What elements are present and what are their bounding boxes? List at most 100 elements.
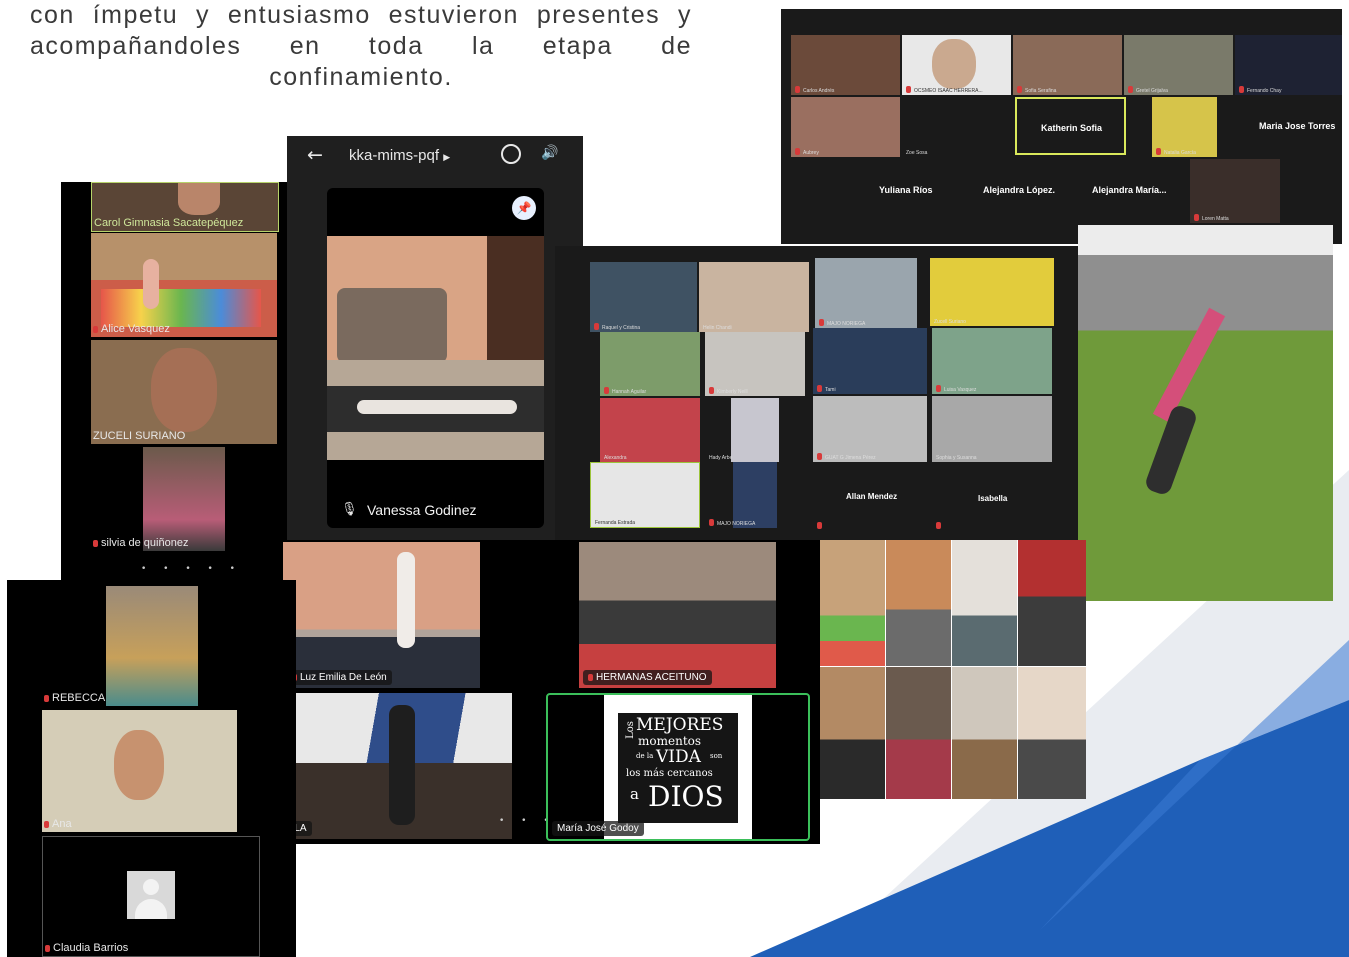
participant-name: REBECCA: [52, 692, 106, 704]
participant-name: María José Godoy: [552, 821, 644, 836]
participant-name-wrap: Raquel y Cristina: [594, 323, 640, 331]
poster-text-a: a: [630, 785, 639, 803]
participant-name-wrap: REBECCA: [44, 692, 105, 705]
participant-name-wrap: Luisa Vasquez: [936, 385, 976, 393]
participant-tile[interactable]: Fernando Chay: [1235, 35, 1342, 95]
participant-tile[interactable]: Sofia Serafina: [1013, 35, 1122, 95]
participant-tile[interactable]: Alexandra: [600, 398, 700, 462]
participant-name: Yuliana Ríos: [879, 185, 933, 195]
participant-name: Carlos Andrés: [803, 88, 835, 94]
mic-off-icon: [795, 86, 800, 93]
participant-tile[interactable]: HERMANAS ACEITUNO: [579, 542, 776, 688]
zoom-gallery-top: Carlos Andrés OCSMEO ISAAC HERRERA... So…: [781, 9, 1342, 244]
participant-tile[interactable]: Loren Matta: [1190, 159, 1280, 223]
participant-video: [143, 447, 225, 551]
avatar-placeholder-icon: [127, 871, 175, 919]
participant-tile[interactable]: Tami: [813, 328, 927, 394]
participant-name: Natalia García: [1164, 150, 1196, 156]
participant-name-wrap: MAJO NORIEGA: [819, 319, 865, 327]
speaker-icon[interactable]: 🔊: [541, 145, 558, 161]
handstand-photo: [1078, 225, 1333, 601]
participant-name: Katherin Sofia: [1041, 123, 1103, 133]
pin-icon[interactable]: 📌: [512, 196, 536, 220]
participant-tile[interactable]: Yuliana Ríos: [851, 159, 962, 223]
participant-name-wrap: Luz Emilia De León: [287, 670, 392, 685]
participant-name: Carol Gimnasia Sacatepéquez: [94, 217, 244, 229]
meet-participant-strip-top: Carol Gimnasia Sacatepéquez Alice Vasque…: [61, 182, 287, 580]
participant-face: [151, 348, 217, 432]
participant-name: Sofia Serafina: [1025, 88, 1057, 94]
participant-tile[interactable]: silvia de quiñonez: [91, 447, 277, 551]
participant-tile[interactable]: GUAT G Jimena Pérez: [813, 396, 927, 462]
participant-tile[interactable]: Raquel y Cristina: [590, 262, 697, 332]
participant-name: Alice Vasquez: [101, 323, 170, 335]
mic-off-icon: [588, 674, 593, 681]
meeting-code-text: kka-mims-pqf: [349, 147, 440, 164]
poster-text-son: son: [710, 752, 723, 760]
participant-tile[interactable]: ZUCELI SURIANO: [91, 340, 277, 444]
mic-off-icon: [45, 945, 50, 952]
participant-tile[interactable]: MAJO NORIEGA: [705, 462, 805, 528]
main-participant-name: Vanessa Godinez: [367, 502, 477, 518]
switch-camera-icon[interactable]: [501, 144, 521, 164]
participant-tile[interactable]: Ana: [42, 710, 237, 832]
participant-tile-active[interactable]: Katherin Sofia: [1015, 97, 1126, 155]
participant-tile[interactable]: Natalia García: [1152, 97, 1217, 157]
participant-name-wrap: Loren Matta: [1194, 214, 1229, 222]
meet-gallery-bottom: Luz Emilia De León HERMANAS ACEITUNO ANG…: [237, 540, 820, 844]
participant-tile[interactable]: MAJO NORIEGA: [815, 258, 917, 328]
gymnast-legs: [1152, 307, 1226, 423]
poster-image: Los MEJORES momentos de la VIDA son los …: [604, 695, 752, 839]
participant-tile[interactable]: Helin Chandi: [699, 262, 809, 332]
participant-tile[interactable]: Hannah Aguilar: [600, 332, 700, 396]
participant-tile[interactable]: Fernanda Estrada: [590, 462, 700, 528]
avatar-head: [143, 879, 159, 895]
participant-tile[interactable]: Carol Gimnasia Sacatepéquez: [91, 182, 279, 232]
participant-tile[interactable]: Carlos Andrés: [791, 35, 900, 95]
participant-tile-active[interactable]: Los MEJORES momentos de la VIDA son los …: [546, 693, 810, 841]
participant-tile[interactable]: Luz Emilia De León: [283, 542, 480, 688]
participant-tile[interactable]: OCSMEO ISAAC HERRERA...: [902, 35, 1011, 95]
participant-tile[interactable]: Maria Jose Torres: [1235, 97, 1342, 157]
participant-tile[interactable]: Claudia Barrios: [42, 836, 260, 957]
participant-name-wrap: Alice Vasquez: [93, 323, 170, 336]
participant-name: Isabella: [978, 494, 1008, 503]
participant-tile[interactable]: Luisa Vasquez: [932, 328, 1052, 394]
poster-text-vida: VIDA: [656, 747, 701, 767]
meeting-code[interactable]: kka-mims-pqf ▶: [349, 147, 450, 164]
participant-name: silvia de quiñonez: [101, 537, 189, 549]
participant-tile[interactable]: Alice Vasquez: [91, 233, 277, 337]
gymnast-lying: [357, 400, 517, 414]
participant-tile[interactable]: Zucell Suriano: [930, 258, 1054, 326]
mic-off-icon: [817, 385, 822, 392]
sofa: [337, 288, 447, 363]
participant-tile[interactable]: Sophia y Susanna: [932, 396, 1052, 462]
poster-text-mejores: MEJORES: [636, 715, 724, 735]
participant-name: Hady Arbe: [709, 455, 733, 461]
headstand-collage: [820, 540, 1086, 799]
participant-tile[interactable]: Aubrey: [791, 97, 900, 157]
back-arrow-icon[interactable]: ←: [307, 144, 323, 166]
participant-tile[interactable]: Kimberly Neill: [705, 332, 805, 396]
participant-tile[interactable]: Hady Arbe: [705, 398, 805, 462]
participant-tile[interactable]: Alejandra López.: [964, 159, 1075, 223]
participant-tile[interactable]: Gretel Grijalva: [1124, 35, 1233, 95]
main-video-tile[interactable]: 📌 🎙 Vanessa Godinez: [327, 188, 544, 528]
participant-name: Loren Matta: [1202, 216, 1229, 222]
participant-video: [731, 398, 779, 462]
participant-tile[interactable]: REBECCA: [42, 586, 237, 706]
mic-off-icon: [817, 522, 822, 529]
collage-photo: [1018, 540, 1086, 666]
participant-name-wrap: Claudia Barrios: [45, 942, 128, 955]
poster-text-dela: de la: [636, 752, 654, 760]
participant-video: [106, 586, 198, 706]
intro-line-2: acompañandoles en toda la etapa de: [30, 32, 692, 60]
gymnast: [397, 552, 415, 648]
participant-name-wrap: HERMANAS ACEITUNO: [583, 670, 712, 685]
mic-off-icon: [936, 385, 941, 392]
participant-tile[interactable]: Zoe Sosa: [902, 97, 1011, 157]
participant-name: Alejandra María...: [1092, 185, 1167, 195]
participant-tile[interactable]: Alejandra María...: [1077, 159, 1188, 223]
gymnast-body: [1143, 403, 1199, 497]
meet-participant-strip-bottom: REBECCA Ana Claudia Barrios: [7, 580, 296, 957]
